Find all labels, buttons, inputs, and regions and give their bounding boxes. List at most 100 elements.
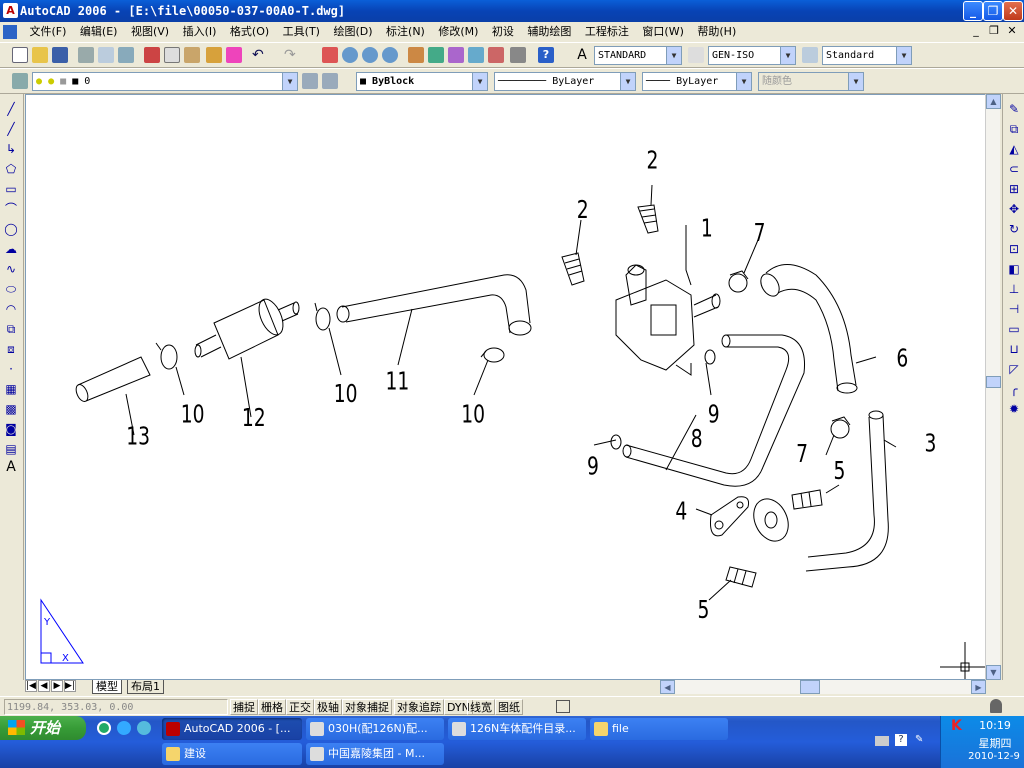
make-current-layer-icon[interactable] — [302, 73, 318, 89]
menu-insert[interactable]: 插入(I) — [178, 22, 222, 42]
osnap-toggle[interactable]: 对象捕捉 — [342, 699, 392, 715]
break-icon[interactable]: ▭ — [1007, 322, 1021, 336]
linetype-select[interactable]: ──────── ByLayer ▼ — [494, 72, 636, 91]
menu-edit[interactable]: 编辑(E) — [75, 22, 123, 42]
dim-style-icon[interactable] — [688, 47, 704, 63]
publish-icon[interactable] — [118, 47, 134, 63]
stretch-icon[interactable]: ◧ — [1007, 262, 1021, 276]
doc-close-button[interactable]: ✕ — [1004, 24, 1020, 38]
ellipse-icon[interactable]: ⬭ — [4, 282, 18, 296]
join-icon[interactable]: ⊔ — [1007, 342, 1021, 356]
hscroll-thumb[interactable] — [800, 680, 820, 694]
copy-object-icon[interactable]: ⧉ — [1007, 122, 1021, 136]
plotstyle-select[interactable]: 随颜色 ▼ — [758, 72, 864, 91]
region-icon[interactable]: ◙ — [4, 422, 18, 436]
line-icon[interactable]: ╱ — [4, 102, 18, 116]
move-icon[interactable]: ✥ — [1007, 202, 1021, 216]
doc-restore-button[interactable]: ❐ — [986, 24, 1002, 38]
show-desktop-icon[interactable] — [97, 721, 111, 735]
menu-drafting-aid[interactable]: 辅助绘图 — [522, 22, 576, 42]
zoom-realtime-icon[interactable] — [342, 47, 358, 63]
menu-tools[interactable]: 工具(T) — [278, 22, 325, 42]
menu-modify[interactable]: 修改(M) — [433, 22, 483, 42]
scroll-left-icon[interactable]: ◀ — [660, 680, 675, 694]
task-126n[interactable]: 126N车体配件目录... — [448, 718, 586, 740]
insert-block-icon[interactable]: ⧉ — [4, 322, 18, 336]
mirror-icon[interactable]: ◭ — [1007, 142, 1021, 156]
menu-window[interactable]: 窗口(W) — [637, 22, 688, 42]
help-icon[interactable]: ? — [538, 47, 554, 63]
otrack-toggle[interactable]: 对象追踪 — [394, 699, 444, 715]
tab-layout1[interactable]: 布局1 — [127, 680, 164, 694]
grid-toggle[interactable]: 栅格 — [258, 699, 286, 715]
paste-icon[interactable] — [184, 47, 200, 63]
undo-icon[interactable]: ↶ — [252, 47, 268, 63]
menu-format[interactable]: 格式(O) — [225, 22, 274, 42]
text-style-icon[interactable]: A — [574, 47, 590, 63]
next-tab-icon[interactable]: ▶ — [51, 680, 63, 692]
trim-icon[interactable]: ⊥ — [1007, 282, 1021, 296]
menu-draw[interactable]: 绘图(D) — [328, 22, 377, 42]
restore-button[interactable]: ❐ — [983, 1, 1003, 21]
task-autocad[interactable]: AutoCAD 2006 - [... — [162, 718, 302, 740]
tool-palettes-icon[interactable] — [448, 47, 464, 63]
help-tray-icon[interactable]: ? — [895, 734, 907, 746]
task-jianshe[interactable]: 建设 — [162, 743, 302, 765]
scroll-up-icon[interactable]: ▲ — [986, 94, 1001, 109]
text-style-select[interactable]: STANDARD ▼ — [594, 46, 682, 65]
rotate-icon[interactable]: ↻ — [1007, 222, 1021, 236]
first-tab-icon[interactable]: |◀ — [25, 680, 37, 692]
lineweight-toggle[interactable]: 线宽 — [467, 699, 495, 715]
make-block-icon[interactable]: ⧈ — [4, 342, 18, 356]
clock-time[interactable]: 10:19 — [967, 719, 1023, 732]
task-030h[interactable]: 030H(配126N)配... — [306, 718, 444, 740]
design-center-icon[interactable] — [428, 47, 444, 63]
minimize-button[interactable]: _ — [963, 1, 983, 21]
ie-icon[interactable] — [117, 721, 131, 735]
table-style-select[interactable]: Standard ▼ — [822, 46, 912, 65]
lock-icon[interactable] — [990, 699, 1002, 713]
cut-icon[interactable] — [144, 47, 160, 63]
multiline-text-icon[interactable]: A — [4, 460, 18, 474]
menu-file[interactable]: 文件(F) — [25, 22, 72, 42]
zoom-previous-icon[interactable] — [382, 47, 398, 63]
spline-icon[interactable]: ∿ — [4, 262, 18, 276]
last-tab-icon[interactable]: ▶| — [64, 680, 76, 692]
erase-icon[interactable]: ✎ — [1007, 102, 1021, 116]
ime-icon[interactable]: ✎ — [915, 734, 923, 745]
extend-icon[interactable]: ⊣ — [1007, 302, 1021, 316]
gradient-icon[interactable]: ▩ — [4, 402, 18, 416]
doc-minimize-button[interactable]: _ — [968, 24, 984, 38]
ortho-toggle[interactable]: 正交 — [286, 699, 314, 715]
layer-previous-icon[interactable] — [322, 73, 338, 89]
task-jialing[interactable]: 中国嘉陵集团 - M... — [306, 743, 444, 765]
block-editor-icon[interactable] — [226, 47, 242, 63]
quicklaunch-icon[interactable] — [137, 721, 151, 735]
hatch-icon[interactable]: ▦ — [4, 382, 18, 396]
scroll-thumb[interactable] — [986, 376, 1001, 388]
dim-style-select[interactable]: GEN-ISO ▼ — [708, 46, 796, 65]
ellipse-arc-icon[interactable]: ◠ — [4, 302, 18, 316]
sheet-set-icon[interactable] — [468, 47, 484, 63]
new-icon[interactable] — [12, 47, 28, 63]
print-icon[interactable] — [78, 47, 94, 63]
menu-help[interactable]: 帮助(H) — [692, 22, 741, 42]
horizontal-scrollbar[interactable]: ◀ ▶ — [660, 680, 986, 694]
document-icon[interactable] — [3, 25, 17, 39]
scroll-down-icon[interactable]: ▼ — [986, 665, 1001, 680]
prev-tab-icon[interactable]: ◀ — [38, 680, 50, 692]
open-icon[interactable] — [32, 47, 48, 63]
paper-model-toggle[interactable]: 图纸 — [495, 699, 523, 715]
construction-line-icon[interactable]: ╱ — [4, 122, 18, 136]
task-file[interactable]: file — [590, 718, 728, 740]
scale-icon[interactable]: ⊡ — [1007, 242, 1021, 256]
menu-dimension[interactable]: 标注(N) — [381, 22, 430, 42]
zoom-window-icon[interactable] — [362, 47, 378, 63]
snap-toggle[interactable]: 捕捉 — [230, 699, 258, 715]
polyline-icon[interactable]: ↳ — [4, 142, 18, 156]
explode-icon[interactable]: ✹ — [1007, 402, 1021, 416]
menu-view[interactable]: 视图(V) — [126, 22, 174, 42]
table-style-icon[interactable] — [802, 47, 818, 63]
markup-icon[interactable] — [488, 47, 504, 63]
revision-cloud-icon[interactable]: ☁ — [4, 242, 18, 256]
